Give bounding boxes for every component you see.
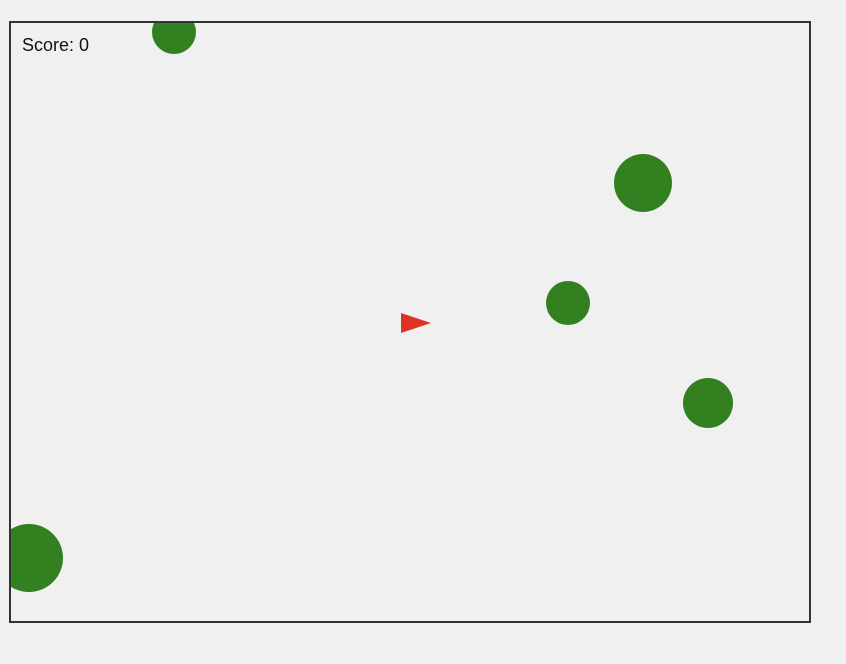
playfield[interactable] — [11, 23, 809, 621]
asteroid-2 — [614, 154, 672, 212]
asteroid-3 — [546, 281, 590, 325]
asteroid-1 — [152, 23, 196, 54]
asteroid-4 — [683, 378, 733, 428]
player-ship — [401, 313, 431, 333]
asteroid-5 — [11, 524, 63, 592]
game-canvas[interactable]: Score: 0 — [9, 21, 811, 623]
score-display: Score: 0 — [22, 35, 90, 55]
